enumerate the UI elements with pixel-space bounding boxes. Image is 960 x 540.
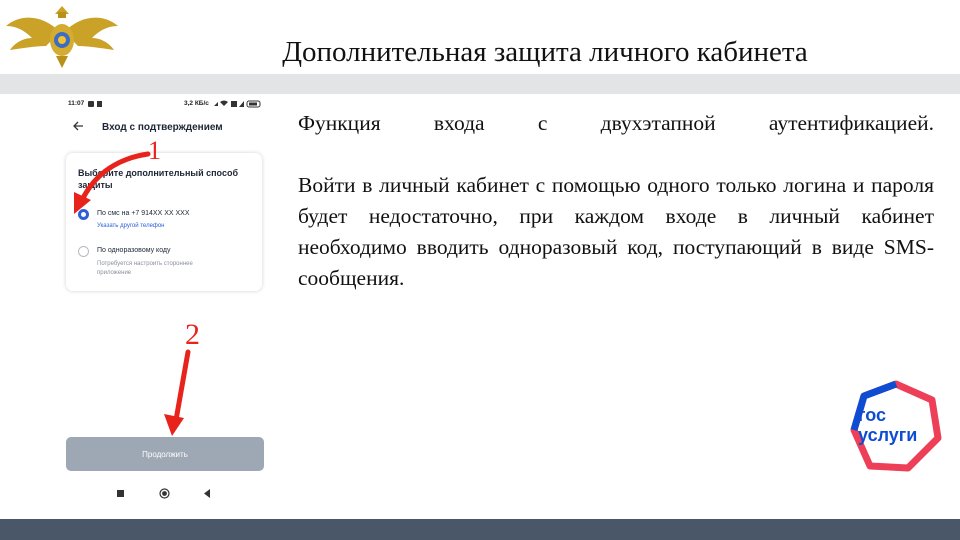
title-band: [0, 74, 960, 94]
bottom-band: [0, 519, 960, 540]
annotation-arrows: [74, 151, 191, 436]
eagle-emblem-icon: [6, 6, 118, 68]
logo-line-2: услуги: [858, 425, 917, 445]
paragraph-2: Войти в личный кабинет с помощью одного …: [298, 173, 934, 290]
logo-line-1: гос: [858, 405, 886, 425]
arrow-1: [79, 151, 151, 203]
gosuslugi-logo: гос услуги: [850, 380, 942, 472]
step-2-marker: 2: [185, 318, 200, 351]
slide-title: Дополнительная защита личного кабинета: [282, 36, 808, 68]
paragraph-1: Функция входа с двухэтапной аутентификац…: [298, 111, 934, 135]
arrow-2: [173, 349, 191, 423]
text-block: Функция входа с двухэтапной аутентификац…: [298, 108, 934, 294]
arrow-2-head: [164, 414, 184, 436]
step-1-marker: 1: [148, 136, 161, 165]
